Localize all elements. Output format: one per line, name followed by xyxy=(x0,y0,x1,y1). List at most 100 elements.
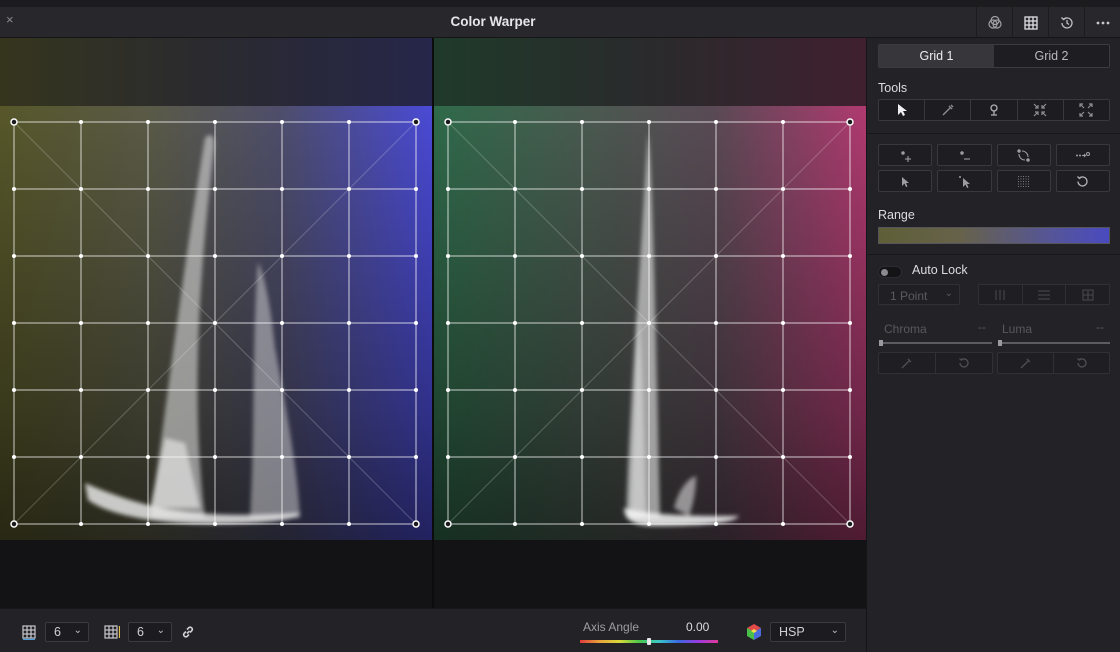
grid-control-point[interactable] xyxy=(280,388,284,392)
grid-control-point[interactable] xyxy=(146,120,150,124)
grid-control-point[interactable] xyxy=(714,455,718,459)
tab-grid-2[interactable]: Grid 2 xyxy=(994,45,1109,67)
grid-control-point[interactable] xyxy=(213,522,217,526)
axis-angle-value[interactable]: 0.00 xyxy=(686,620,709,634)
grid-control-point[interactable] xyxy=(414,187,418,191)
color-space-dropdown[interactable]: HSP ⌄ xyxy=(770,622,846,642)
grid-corner-point[interactable] xyxy=(846,520,854,528)
hue-saturation-panel[interactable] xyxy=(0,38,432,608)
grid-corner-point[interactable] xyxy=(10,118,18,126)
grid-control-point[interactable] xyxy=(580,321,584,325)
add-point-button[interactable] xyxy=(878,144,933,166)
lock-horizontal-button[interactable] xyxy=(1022,285,1067,304)
grid-corner-point[interactable] xyxy=(10,520,18,528)
grid-control-point[interactable] xyxy=(347,120,351,124)
grid-control-point[interactable] xyxy=(781,455,785,459)
grid-corner-point[interactable] xyxy=(412,520,420,528)
pin-tool-button[interactable] xyxy=(971,100,1018,120)
grid-control-point[interactable] xyxy=(848,388,852,392)
grid-control-point[interactable] xyxy=(12,187,16,191)
grid-control-point[interactable] xyxy=(446,321,450,325)
chroma-reset-button[interactable] xyxy=(936,353,992,373)
grid-corner-point[interactable] xyxy=(412,118,420,126)
grid-control-point[interactable] xyxy=(647,388,651,392)
grid-control-point[interactable] xyxy=(146,254,150,258)
link-icon[interactable] xyxy=(180,624,196,640)
grid-control-point[interactable] xyxy=(79,388,83,392)
grid-control-point[interactable] xyxy=(647,120,651,124)
grid-control-point[interactable] xyxy=(513,187,517,191)
grid-corner-point[interactable] xyxy=(846,118,854,126)
grid-control-point[interactable] xyxy=(280,187,284,191)
grid-corner-point[interactable] xyxy=(444,520,452,528)
grid-control-point[interactable] xyxy=(414,455,418,459)
grid-control-point[interactable] xyxy=(848,455,852,459)
grid-control-point[interactable] xyxy=(781,120,785,124)
more-options-button[interactable] xyxy=(1084,7,1120,38)
grid-control-point[interactable] xyxy=(213,187,217,191)
grid-control-point[interactable] xyxy=(446,388,450,392)
grid-control-point[interactable] xyxy=(446,455,450,459)
grid-control-point[interactable] xyxy=(79,187,83,191)
grid-control-point[interactable] xyxy=(213,455,217,459)
grid-control-point[interactable] xyxy=(79,455,83,459)
grid-control-point[interactable] xyxy=(513,120,517,124)
grid-control-point[interactable] xyxy=(280,120,284,124)
grid-corner-point[interactable] xyxy=(444,118,452,126)
grid-control-point[interactable] xyxy=(580,388,584,392)
grid-control-point[interactable] xyxy=(580,187,584,191)
grid-control-point[interactable] xyxy=(280,455,284,459)
grid-control-point[interactable] xyxy=(12,254,16,258)
luma-slider[interactable] xyxy=(998,342,1110,344)
lock-points-dropdown[interactable]: 1 Point ⌄ xyxy=(878,284,960,305)
grid-control-point[interactable] xyxy=(513,522,517,526)
grid-control-point[interactable] xyxy=(647,187,651,191)
grid-control-point[interactable] xyxy=(79,321,83,325)
grid-control-point[interactable] xyxy=(714,254,718,258)
grid-control-point[interactable] xyxy=(146,187,150,191)
lock-grid-button[interactable] xyxy=(1066,285,1109,304)
tab-grid-1[interactable]: Grid 1 xyxy=(879,45,994,67)
convert-points-button[interactable] xyxy=(996,144,1051,166)
expand-tool-button[interactable] xyxy=(1063,100,1109,120)
luma-picker-button[interactable] xyxy=(998,353,1054,373)
chroma-luma-panel[interactable] xyxy=(434,38,866,608)
grid-control-point[interactable] xyxy=(12,388,16,392)
grid-control-point[interactable] xyxy=(513,321,517,325)
auto-lock-toggle[interactable] xyxy=(878,266,902,278)
luma-reset-button[interactable] xyxy=(1054,353,1109,373)
grid-control-point[interactable] xyxy=(848,254,852,258)
grid-control-point[interactable] xyxy=(347,254,351,258)
grid-control-point[interactable] xyxy=(580,254,584,258)
grid-control-point[interactable] xyxy=(580,120,584,124)
grid-control-point[interactable] xyxy=(781,321,785,325)
grid-control-point[interactable] xyxy=(12,455,16,459)
grid-control-point[interactable] xyxy=(513,455,517,459)
grid-control-point[interactable] xyxy=(848,187,852,191)
grid-control-point[interactable] xyxy=(280,321,284,325)
spread-points-button[interactable] xyxy=(1055,144,1110,166)
reset-button[interactable] xyxy=(1048,7,1084,38)
picker-tool-button[interactable] xyxy=(925,100,972,120)
grid-control-point[interactable] xyxy=(213,120,217,124)
grid-control-point[interactable] xyxy=(213,388,217,392)
grid-control-point[interactable] xyxy=(347,187,351,191)
grid-control-point[interactable] xyxy=(446,254,450,258)
grid-control-point[interactable] xyxy=(347,321,351,325)
grid-control-point[interactable] xyxy=(414,321,418,325)
luma-value[interactable]: -- xyxy=(1096,320,1104,334)
grid-control-point[interactable] xyxy=(146,522,150,526)
select-adjacent-button[interactable] xyxy=(937,170,992,192)
grid-control-point[interactable] xyxy=(781,388,785,392)
grid-control-point[interactable] xyxy=(12,321,16,325)
range-gradient-bar[interactable] xyxy=(878,227,1110,244)
grid-control-point[interactable] xyxy=(213,321,217,325)
chroma-value[interactable]: -- xyxy=(978,320,986,334)
lock-vertical-button[interactable] xyxy=(979,285,1023,304)
grid-control-point[interactable] xyxy=(714,120,718,124)
grid-control-point[interactable] xyxy=(848,321,852,325)
grid-control-point[interactable] xyxy=(347,455,351,459)
grid-control-point[interactable] xyxy=(213,254,217,258)
grid-control-point[interactable] xyxy=(714,388,718,392)
grid-control-point[interactable] xyxy=(513,254,517,258)
